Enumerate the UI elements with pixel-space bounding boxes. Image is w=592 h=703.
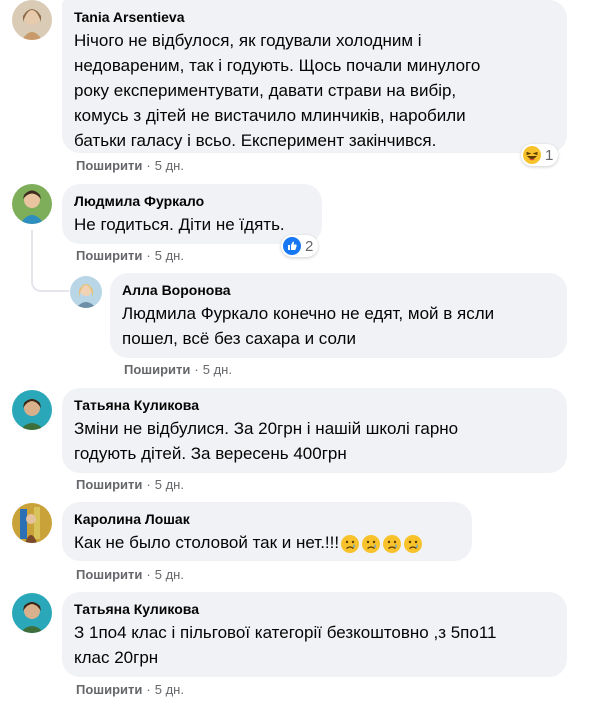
avatar[interactable] <box>12 503 52 543</box>
comment-author[interactable]: Татьяна Куликова <box>74 600 555 618</box>
comment-bubble: Tania Arsentieva Нічого не вiдбулося, як… <box>62 0 567 153</box>
crying-face-emoji-icon <box>362 534 381 553</box>
comment-meta: Поширити · 5 дн. <box>76 567 184 582</box>
comment-bubble: Людмила Фуркало Не годиться. Діти не їдя… <box>62 184 322 244</box>
crying-face-emoji-icon <box>404 534 423 553</box>
comment-author[interactable]: Tania Arsentieva <box>74 8 555 26</box>
comment-author[interactable]: Каролина Лошак <box>74 510 460 528</box>
timestamp[interactable]: 5 дн. <box>155 248 184 263</box>
avatar[interactable] <box>12 390 52 430</box>
comment-author[interactable]: Людмила Фуркало <box>74 192 310 210</box>
timestamp[interactable]: 5 дн. <box>155 682 184 697</box>
comment-text: Зміни не відбулися. За 20грн і нашій шко… <box>74 419 459 463</box>
comment-text: Людмила Фуркало конечно не едят, мой в я… <box>122 304 495 348</box>
timestamp[interactable]: 5 дн. <box>155 158 184 173</box>
comment-meta: Поширити · 5 дн. <box>76 682 184 697</box>
comment-bubble: Татьяна Куликова Зміни не відбулися. За … <box>62 388 567 473</box>
avatar[interactable] <box>70 276 102 308</box>
avatar[interactable] <box>12 184 52 224</box>
reaction-count[interactable]: 2 <box>281 235 319 257</box>
reaction-number: 2 <box>305 237 314 255</box>
reply-thread-line <box>31 230 69 292</box>
comment-text: З 1по4 клас і пільгової категорії безкош… <box>74 623 497 667</box>
share-link[interactable]: Поширити <box>76 158 142 173</box>
emoji-group <box>339 534 423 554</box>
comment-author[interactable]: Татьяна Куликова <box>74 396 555 414</box>
reaction-count[interactable]: 1 <box>521 144 559 166</box>
share-link[interactable]: Поширити <box>76 567 142 582</box>
comment-bubble: Алла Воронова Людмила Фуркало конечно не… <box>110 273 567 358</box>
comment-bubble: Каролина Лошак Как не было столовой так … <box>62 502 472 561</box>
comment-meta: Поширити · 5 дн. <box>124 362 232 377</box>
like-icon <box>283 237 301 255</box>
comment-bubble: Татьяна Куликова З 1по4 клас і пільгової… <box>62 592 567 677</box>
reaction-number: 1 <box>545 146 554 164</box>
crying-face-emoji-icon <box>341 534 360 553</box>
share-link[interactable]: Поширити <box>76 248 142 263</box>
avatar[interactable] <box>12 593 52 633</box>
comment-meta: Поширити · 5 дн. <box>76 248 184 263</box>
share-link[interactable]: Поширити <box>76 477 142 492</box>
share-link[interactable]: Поширити <box>124 362 190 377</box>
timestamp[interactable]: 5 дн. <box>203 362 232 377</box>
crying-face-emoji-icon <box>383 534 402 553</box>
share-link[interactable]: Поширити <box>76 682 142 697</box>
comment-author[interactable]: Алла Воронова <box>122 281 555 299</box>
timestamp[interactable]: 5 дн. <box>155 477 184 492</box>
comment-text: Как не было столовой так и нет.!!! <box>74 530 460 555</box>
avatar[interactable] <box>12 0 52 40</box>
comment-text: Нічого не вiдбулося, як годували холодни… <box>74 31 481 150</box>
comment-meta: Поширити · 5 дн. <box>76 477 184 492</box>
comment-meta: Поширити · 5 дн. <box>76 158 184 173</box>
comment-text: Не годиться. Діти не їдять. <box>74 215 285 234</box>
timestamp[interactable]: 5 дн. <box>155 567 184 582</box>
laughing-emoji-icon <box>523 146 541 164</box>
